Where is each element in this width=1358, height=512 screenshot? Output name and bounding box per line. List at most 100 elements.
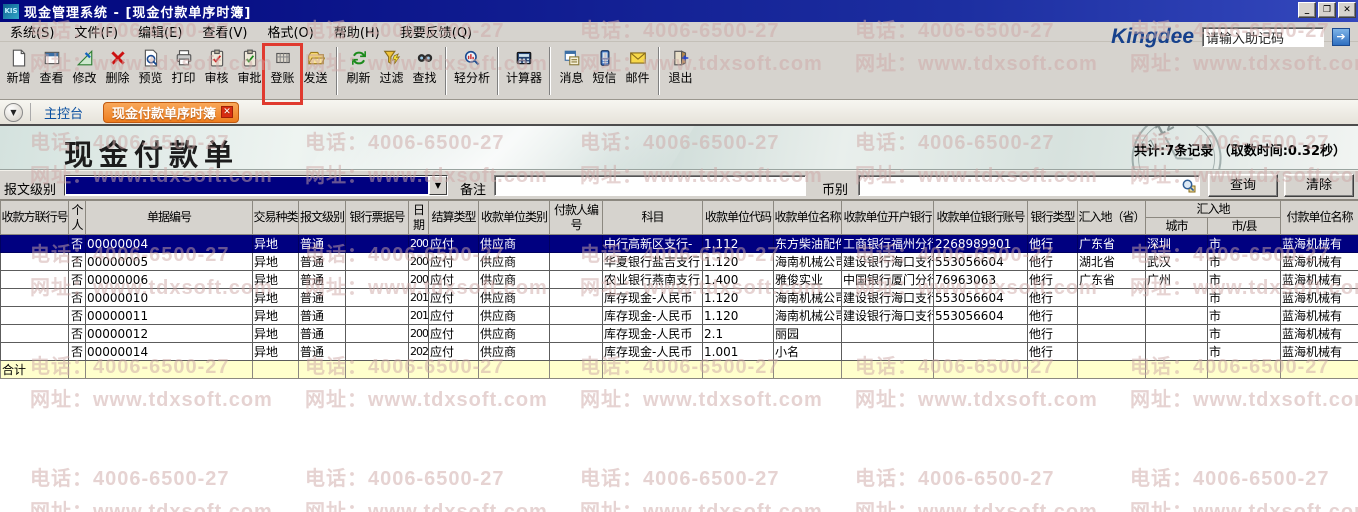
view-icon: [43, 49, 61, 67]
close-button[interactable]: ✕: [1338, 2, 1356, 18]
table-cell: [550, 235, 603, 253]
toolbar-delete-button[interactable]: 删除: [101, 45, 134, 95]
table-cell: 1.112: [703, 235, 774, 253]
menu-item-4[interactable]: 格式(O): [257, 22, 323, 41]
currency-input[interactable]: [858, 175, 1200, 196]
table-cell: 异地: [253, 343, 299, 361]
table-cell: [550, 307, 603, 325]
tab-close-icon[interactable]: ✕: [221, 106, 233, 118]
table-cell: [1, 325, 69, 343]
toolbar-filter-button[interactable]: 过滤: [375, 45, 408, 95]
toolbar-message-button[interactable]: 消息: [555, 45, 588, 95]
column-header-18[interactable]: 市/县: [1208, 218, 1281, 235]
toolbar-post-button[interactable]: 登账: [266, 45, 299, 95]
mnemonic-input[interactable]: [1202, 27, 1324, 47]
column-header-11[interactable]: 收款单位代码: [703, 201, 774, 235]
menu-item-2[interactable]: 编辑(E): [128, 22, 192, 41]
toolbar-preview-button[interactable]: 预览: [134, 45, 167, 95]
table-cell: 供应商: [479, 253, 550, 271]
toolbar-modify-button[interactable]: 修改: [68, 45, 101, 95]
toolbar-find-button[interactable]: 查找: [408, 45, 441, 95]
minimize-button[interactable]: _: [1298, 2, 1316, 18]
table-cell: 200: [409, 235, 429, 253]
message-icon: [563, 49, 581, 67]
toolbar-approve-button[interactable]: 审批: [233, 45, 266, 95]
table-cell: 应付: [429, 343, 479, 361]
column-header-8[interactable]: 收款单位类别: [479, 201, 550, 235]
table-cell: 应付: [429, 325, 479, 343]
table-row-6[interactable]: 否00000014异地普通2020应付供应商库存现金-人民币1.001小名他行市…: [1, 343, 1358, 361]
menu-item-0[interactable]: 系统(S): [0, 22, 64, 41]
column-header-10[interactable]: 科目: [603, 201, 703, 235]
table-cell: [703, 361, 774, 379]
toolbar-label: 消息: [560, 69, 584, 86]
column-header-6[interactable]: 日期: [409, 201, 429, 235]
toolbar-print-button[interactable]: 打印: [167, 45, 200, 95]
column-header-9[interactable]: 付款人编号: [550, 201, 603, 235]
table-cell: [1, 253, 69, 271]
column-header-19[interactable]: 付款单位名称: [1281, 201, 1358, 235]
toolbar-sms-button[interactable]: 短信: [588, 45, 621, 95]
restore-button[interactable]: ❐: [1318, 2, 1336, 18]
table-cell: 市: [1208, 271, 1281, 289]
table-cell: 1.120: [703, 289, 774, 307]
clear-button[interactable]: 清除: [1284, 174, 1354, 197]
tab-console[interactable]: 主控台: [38, 103, 89, 122]
remark-input[interactable]: [494, 175, 806, 196]
menu-item-6[interactable]: 我要反馈(Q): [390, 22, 482, 41]
table-row-5[interactable]: 否00000012异地普通2009应付供应商库存现金-人民币2.1丽园他行市蓝海…: [1, 325, 1358, 343]
table-cell: 建设银行海口支行: [842, 253, 934, 271]
toolbar-view-button[interactable]: 查看: [35, 45, 68, 95]
menu-item-1[interactable]: 文件(F): [64, 22, 128, 41]
column-header-3[interactable]: 交易种类: [253, 201, 299, 235]
column-header-2[interactable]: 单据编号: [86, 201, 253, 235]
column-header-12[interactable]: 收款单位名称: [774, 201, 842, 235]
column-group-header[interactable]: 汇入地: [1146, 201, 1281, 218]
table-row-2[interactable]: 否00000006异地普通2009应付供应商农业银行燕南支行1.400雅俊实业中…: [1, 271, 1358, 289]
toolbar-new-doc-button[interactable]: 新增: [2, 45, 35, 95]
toolbar-send-button[interactable]: 发送: [299, 45, 332, 95]
message-level-select[interactable]: ▼: [64, 175, 448, 196]
column-header-13[interactable]: 收款单位开户银行: [842, 201, 934, 235]
column-header-5[interactable]: 银行票据号: [346, 201, 409, 235]
toolbar-analyze-button[interactable]: 轻分析: [451, 45, 493, 95]
table-row-0[interactable]: 否00000004异地普通200应付供应商中行高新区支行-1.112东方柴油配件…: [1, 235, 1358, 253]
table-row-3[interactable]: 否00000010异地普通2015应付供应商库存现金-人民币1.120海南机械公…: [1, 289, 1358, 307]
toolbar-mail-button[interactable]: 邮件: [621, 45, 654, 95]
table-cell: 蓝海机械有: [1281, 343, 1358, 361]
table-cell: 普通: [299, 289, 346, 307]
table-cell: [1078, 361, 1146, 379]
mnemonic-go-button[interactable]: ➔: [1332, 28, 1350, 46]
table-row-4[interactable]: 否00000011异地普通2015应付供应商库存现金-人民币1.120海南机械公…: [1, 307, 1358, 325]
column-header-16[interactable]: 汇入地（省）: [1078, 201, 1146, 235]
toolbar-calculator-button[interactable]: 计算器: [503, 45, 545, 95]
new-doc-icon: [10, 49, 28, 67]
table-cell: [409, 361, 429, 379]
column-header-1[interactable]: 个人: [69, 201, 86, 235]
column-header-0[interactable]: 收款方联行号: [1, 201, 69, 235]
table-cell: 2015: [409, 289, 429, 307]
toolbar-exit-button[interactable]: 退出: [664, 45, 697, 95]
currency-lookup-icon[interactable]: [1181, 178, 1197, 194]
column-header-4[interactable]: 报文级别: [299, 201, 346, 235]
total-label: 合计: [1, 361, 69, 379]
table-cell: 湖北省: [1078, 253, 1146, 271]
toolbar-audit-button[interactable]: 审核: [200, 45, 233, 95]
tab-cash-payment-journal[interactable]: 现金付款单序时簿 ✕: [103, 102, 239, 123]
chevron-down-icon[interactable]: ▼: [429, 176, 447, 195]
table-cell: [429, 361, 479, 379]
table-cell: [603, 361, 703, 379]
menu-item-3[interactable]: 查看(V): [192, 22, 257, 41]
column-header-7[interactable]: 结算类型: [429, 201, 479, 235]
column-header-15[interactable]: 银行类型: [1028, 201, 1078, 235]
table-cell: 否: [69, 235, 86, 253]
column-header-17[interactable]: 城市: [1146, 218, 1208, 235]
tab-dropdown-button[interactable]: ▼: [4, 103, 23, 122]
toolbar-refresh-button[interactable]: 刷新: [342, 45, 375, 95]
column-header-14[interactable]: 收款单位银行账号: [934, 201, 1028, 235]
table-row-1[interactable]: 否00000005异地普通2009应付供应商华夏银行盐吉支行1.120海南机械公…: [1, 253, 1358, 271]
query-button[interactable]: 查询: [1208, 174, 1278, 197]
table-cell: 中国银行厦门分行: [842, 271, 934, 289]
menu-item-5[interactable]: 帮助(H): [324, 22, 390, 41]
exit-icon: [672, 49, 690, 67]
